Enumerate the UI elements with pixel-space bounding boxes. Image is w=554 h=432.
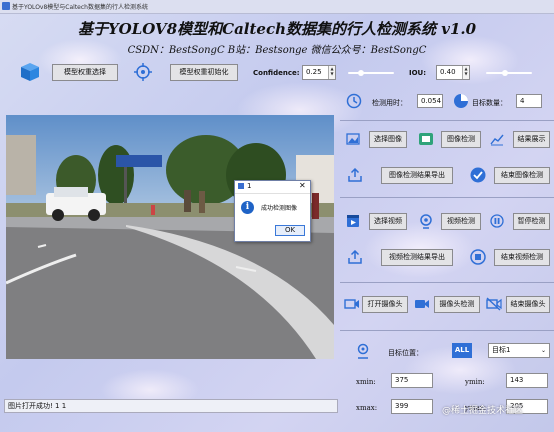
stop-circle-icon (470, 249, 486, 265)
xmax-label: xmax: (356, 404, 378, 412)
check-circle-icon (470, 167, 486, 183)
iou-spin-arrows[interactable]: ▲ ▼ (462, 66, 469, 79)
finish-video-detect-button[interactable]: 结束视频检测 (494, 249, 550, 266)
finish-image-detect-button[interactable]: 结束图像检测 (494, 167, 550, 184)
iou-slider-handle[interactable] (502, 70, 508, 76)
iou-value: 0.40 (440, 68, 456, 76)
info-icon: i (241, 201, 254, 214)
count-value: 4 (516, 94, 542, 108)
app-icon (2, 2, 10, 10)
xmax-value: 399 (391, 399, 433, 414)
divider (340, 330, 554, 331)
open-camera-button[interactable]: 打开摄像头 (362, 296, 408, 313)
status-bar: 图片打开成功! 1 1 (4, 399, 338, 413)
close-camera-button[interactable]: 结束摄像头 (506, 296, 550, 313)
clock-icon (346, 93, 362, 109)
confidence-label: Confidence: (253, 69, 300, 77)
camera-icon (344, 299, 359, 309)
image-icon (346, 133, 360, 145)
camera-detect-button[interactable]: 摄像头检测 (434, 296, 480, 313)
video-file-icon (347, 215, 359, 227)
dialog-close-icon[interactable]: ✕ (299, 181, 306, 190)
cube-icon (21, 63, 39, 81)
camera-off-icon (486, 297, 502, 311)
line-chart-icon (490, 134, 504, 146)
window-title: 基于YOLOv8模型与Caltech数据集的行人检测系统 (12, 4, 148, 11)
dialog-message: 成功检测图像 (261, 205, 298, 212)
model-select-button[interactable]: 模型权重选择 (52, 64, 118, 81)
count-label: 目标数量： (472, 99, 507, 107)
ymin-value: 143 (506, 373, 548, 388)
dialog-ok-button[interactable]: OK (275, 225, 305, 236)
model-init-button[interactable]: 模型权重初始化 (170, 64, 238, 81)
target-select-dropdown[interactable]: 目标1 ⌄ (488, 343, 550, 358)
image-detect-icon (419, 133, 433, 145)
export-image-results-button[interactable]: 图像检测结果导出 (381, 167, 453, 184)
chevron-down-icon: ⌄ (540, 347, 546, 354)
xmin-label: xmin: (356, 378, 376, 386)
divider (340, 282, 554, 283)
divider (340, 197, 554, 198)
divider (340, 120, 554, 121)
location-icon (357, 343, 369, 359)
page-title: 基于YOLOV8模型和Caltech数据集的行人检测系统 v1.0 (77, 20, 477, 38)
window-titlebar: 基于YOLOv8模型与Caltech数据集的行人检测系统 (0, 0, 554, 14)
confidence-slider-handle[interactable] (358, 70, 364, 76)
pie-chart-icon (454, 94, 468, 108)
watermark: @稀土掘金技术社区 (442, 406, 524, 416)
time-value: 0.054 (417, 94, 443, 108)
all-targets-icon: ALL (452, 343, 472, 358)
iou-label: IOU: (409, 69, 427, 77)
dialog-titlebar: 1 ✕ (235, 181, 310, 194)
show-results-button[interactable]: 结果展示 (513, 131, 550, 148)
pause-icon (490, 214, 504, 228)
message-dialog: 1 ✕ i 成功检测图像 OK (234, 180, 311, 242)
upload-icon (348, 250, 362, 264)
export-video-results-button[interactable]: 视频检测结果导出 (381, 249, 453, 266)
time-label: 检测用时： (372, 99, 407, 107)
target-icon (134, 63, 152, 81)
ymin-label: ymin: (465, 378, 485, 386)
dialog-title: 1 (247, 182, 252, 190)
confidence-spinbox[interactable]: 0.25 ▲ ▼ (302, 65, 336, 80)
select-video-button[interactable]: 选择视频 (369, 213, 407, 230)
confidence-slider[interactable] (348, 70, 394, 76)
confidence-spin-arrows[interactable]: ▲ ▼ (328, 66, 335, 79)
iou-slider[interactable] (486, 70, 532, 76)
target-select-value: 目标1 (492, 346, 511, 354)
upload-icon (348, 168, 362, 182)
select-image-button[interactable]: 选择图像 (369, 131, 407, 148)
dialog-app-icon (238, 183, 244, 189)
image-detect-button[interactable]: 图像检测 (441, 131, 481, 148)
xmin-value: 375 (391, 373, 433, 388)
page-subtitle: CSDN：BestSongC B站：Bestsonge 微信公众号：BestSo… (127, 45, 427, 56)
pause-detect-button[interactable]: 暂停检测 (513, 213, 550, 230)
confidence-value: 0.25 (306, 68, 322, 76)
webcam-icon (420, 214, 432, 229)
video-detect-button[interactable]: 视频检测 (441, 213, 481, 230)
video-camera-icon (415, 300, 429, 308)
iou-spinbox[interactable]: 0.40 ▲ ▼ (436, 65, 470, 80)
position-label: 目标位置： (388, 349, 423, 357)
